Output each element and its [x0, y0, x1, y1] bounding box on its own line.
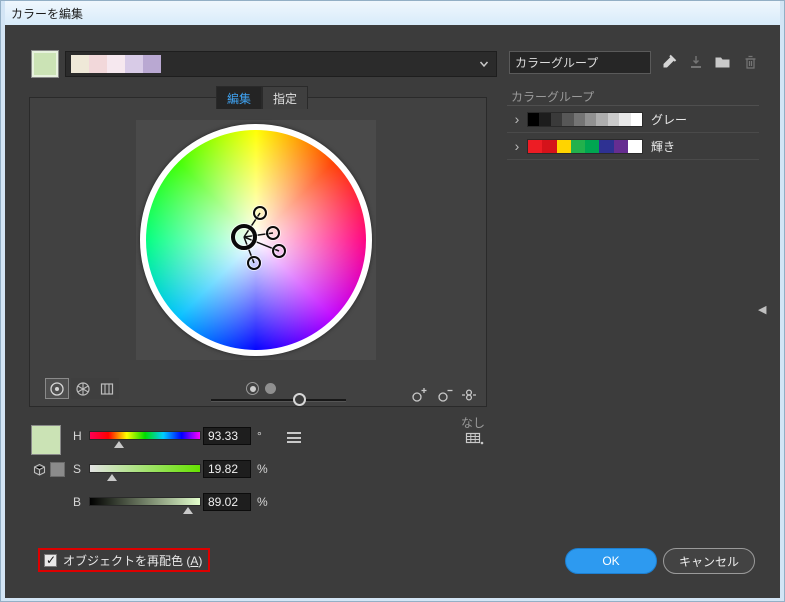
brightness-unit: %	[257, 495, 268, 509]
saturation-unit: %	[257, 462, 268, 476]
base-color-marker[interactable]	[231, 224, 257, 250]
segmented-wheel-view-button[interactable]	[71, 378, 95, 399]
link-harmony-colors-icon[interactable]	[459, 385, 479, 405]
harmony-marker[interactable]	[272, 244, 286, 258]
saturation-slider-handle[interactable]	[106, 474, 117, 481]
color-groups-list: › グレー › 輝き	[507, 105, 759, 160]
swatch-cell[interactable]	[585, 139, 600, 153]
swatch-cell[interactable]	[630, 112, 643, 126]
swatch-cell[interactable]	[596, 112, 608, 126]
swatch-cell[interactable]	[550, 112, 563, 126]
color-limit-none-label: なし	[460, 416, 485, 430]
color-group-name-input[interactable]	[509, 51, 651, 74]
color-group-row[interactable]: › グレー	[507, 106, 759, 133]
hue-slider-handle[interactable]	[113, 441, 124, 448]
edit-colors-dialog: カラーを編集 編集 指定	[0, 0, 785, 602]
saturation-input[interactable]	[203, 460, 251, 478]
tab-assign[interactable]: 指定	[262, 86, 308, 109]
cancel-button[interactable]: キャンセル	[663, 548, 755, 574]
swatch-cell[interactable]	[539, 112, 551, 126]
dialog-title: カラーを編集	[11, 6, 84, 21]
color-groups-header: カラーグループ	[511, 90, 595, 104]
ok-button-label: OK	[602, 554, 620, 568]
group-swatch-strip	[527, 138, 643, 154]
hue-input[interactable]	[203, 427, 251, 445]
swatch-cell[interactable]	[71, 55, 89, 73]
brightness-label: B	[73, 495, 82, 509]
swatch-cell[interactable]	[556, 139, 571, 153]
brightness-slider-handle2[interactable]	[182, 507, 193, 514]
chevron-down-icon[interactable]	[478, 58, 490, 70]
tab-assign-label: 指定	[272, 91, 297, 106]
swatch-cell[interactable]	[573, 112, 586, 126]
chevron-right-icon[interactable]: ›	[507, 111, 527, 127]
group-swatch-strip	[527, 111, 643, 127]
harmony-marker[interactable]	[253, 206, 267, 220]
swatch-cell[interactable]	[570, 139, 585, 153]
delete-group-trash-icon[interactable]	[740, 52, 760, 72]
smooth-wheel-view-button[interactable]	[45, 378, 69, 399]
recolor-art-annotation-box: オブジェクトを再配色 (A)	[38, 548, 211, 572]
add-color-icon[interactable]	[409, 385, 429, 405]
eyedropper-icon[interactable]	[658, 52, 678, 72]
cancel-button-label: キャンセル	[678, 554, 739, 569]
tab-edit[interactable]: 編集	[216, 86, 262, 109]
current-color-swatch[interactable]	[31, 425, 61, 455]
color-preview-dropdown[interactable]	[65, 51, 497, 77]
titlebar[interactable]: カラーを編集	[5, 1, 780, 25]
saturation-slider[interactable]	[89, 464, 201, 481]
secondary-color-swatch[interactable]	[50, 462, 65, 477]
swatch-cell[interactable]	[585, 112, 597, 126]
brightness-dot-selected[interactable]	[246, 382, 259, 395]
color-bars-view-button[interactable]	[95, 378, 119, 399]
brightness-input[interactable]	[203, 493, 251, 511]
color-group-row[interactable]: › 輝き	[507, 133, 759, 160]
hue-slider[interactable]	[89, 431, 201, 448]
swatch-cell[interactable]	[107, 55, 125, 73]
saturation-label: S	[73, 462, 82, 476]
swatch-cell[interactable]	[613, 139, 628, 153]
swatch-cell[interactable]	[607, 112, 620, 126]
swatch-cell[interactable]	[542, 139, 557, 153]
dialog-body: 編集 指定	[5, 25, 780, 598]
swatch-cell[interactable]	[528, 139, 543, 153]
swatch-cell[interactable]	[619, 112, 631, 126]
base-color-swatch[interactable]	[31, 50, 59, 78]
hue-unit: °	[257, 429, 262, 443]
swatch-cell[interactable]	[627, 139, 642, 153]
harmony-marker[interactable]	[266, 226, 280, 240]
group-name: グレー	[651, 112, 688, 127]
color-mode-menu-icon[interactable]	[287, 432, 301, 443]
swatch-cell[interactable]	[599, 139, 614, 153]
save-group-icon[interactable]	[686, 52, 706, 72]
swatch-cell[interactable]	[143, 55, 161, 73]
color-wheel-area	[136, 120, 376, 360]
swatch-cell[interactable]	[89, 55, 107, 73]
swatch-cell[interactable]	[528, 112, 540, 126]
group-name: 輝き	[651, 139, 676, 154]
recolor-art-label[interactable]: オブジェクトを再配色 (A)	[63, 552, 202, 569]
preview-swatch-strip	[71, 55, 161, 73]
swatch-cell[interactable]	[125, 55, 143, 73]
swatch-cell[interactable]	[562, 112, 574, 126]
brightness-slider-track[interactable]	[211, 399, 346, 402]
brightness-value-slider[interactable]	[89, 497, 201, 514]
tab-edit-label: 編集	[226, 91, 251, 106]
chevron-right-icon[interactable]: ›	[507, 138, 527, 154]
recolor-art-checkbox[interactable]	[44, 553, 57, 567]
harmony-marker[interactable]	[247, 256, 261, 270]
remove-color-icon[interactable]	[435, 385, 455, 405]
ok-button[interactable]: OK	[565, 548, 657, 574]
brightness-slider-handle[interactable]	[293, 393, 306, 406]
panel-collapse-arrow[interactable]: ◀	[758, 303, 766, 316]
object-cube-icon	[32, 463, 47, 478]
new-group-folder-icon[interactable]	[712, 52, 732, 72]
hue-label: H	[73, 429, 82, 443]
limit-swatch-library-icon[interactable]	[465, 430, 485, 447]
brightness-dot[interactable]	[265, 383, 276, 394]
